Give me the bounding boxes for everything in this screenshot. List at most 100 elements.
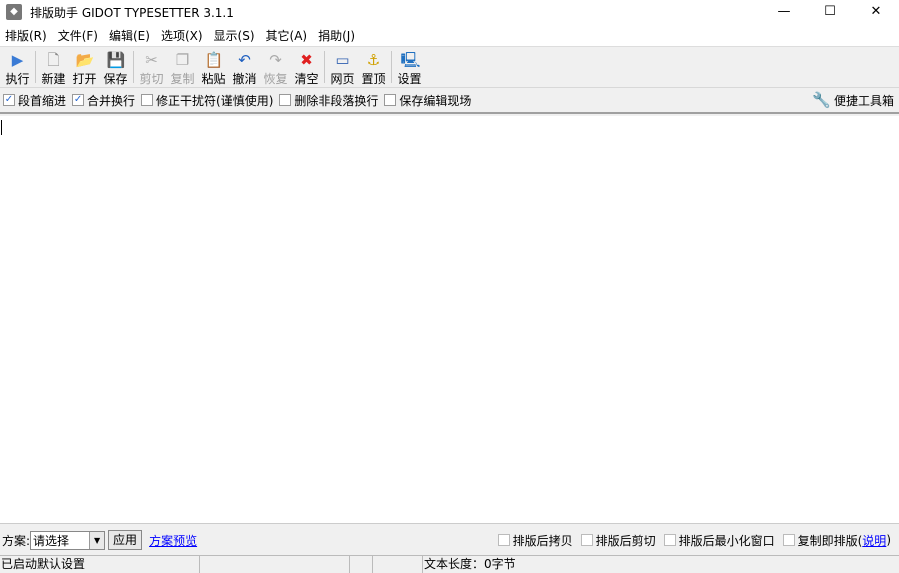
toolbar-button-7[interactable]: ↶ 撤消 — [229, 47, 260, 87]
after-label: 排版后拷贝 — [512, 533, 573, 548]
checkbox-box[interactable]: ✓ — [72, 94, 85, 106]
option-label: 删除非段落换行 — [294, 93, 379, 108]
status-bar: 已启动默认设置 文本长度：0字节 — [0, 555, 899, 573]
toolbar-button-0[interactable]: ▶ 执行 — [2, 47, 33, 87]
text-caret — [1, 120, 2, 135]
toolbar-separator — [133, 51, 134, 83]
toolbar-button-8[interactable]: ↷ 恢复 — [260, 47, 291, 87]
option-checkbox-2[interactable]: 修正干扰符(谨慎使用) — [141, 92, 273, 109]
toolbar-icon: ❐ — [175, 51, 190, 69]
text-editor[interactable] — [0, 116, 899, 524]
toolbar-icon: ↷ — [269, 51, 282, 69]
toolbar-icon: 💾 — [106, 51, 126, 69]
after-checkbox-0[interactable]: 排版后拷贝 — [497, 532, 573, 549]
checkbox-box[interactable] — [782, 534, 795, 546]
option-label: 保存编辑现场 — [399, 93, 472, 108]
status-panel-2 — [200, 556, 350, 573]
wrench-icon: 🔧 — [812, 91, 831, 109]
toolbar-label: 撤消 — [232, 72, 257, 86]
toolbar-label: 剪切 — [139, 72, 164, 86]
toolbar-icon: 🗋 — [47, 51, 60, 69]
close-button[interactable]: ✕ — [853, 0, 899, 24]
checkbox-box[interactable] — [384, 94, 397, 106]
checkbox-box[interactable] — [141, 94, 154, 106]
option-checkbox-4[interactable]: 保存编辑现场 — [384, 92, 471, 109]
menu-2[interactable]: 编辑(E) — [104, 27, 156, 44]
toolbar-icon: ↶ — [238, 51, 251, 69]
toolbar-label: 执行 — [5, 72, 30, 86]
toolbar-button-2[interactable]: 📂 打开 — [69, 47, 100, 87]
apply-button[interactable]: 应用 — [108, 530, 143, 550]
toolbar-button-3[interactable]: 💾 保存 — [100, 47, 131, 87]
toolbar-button-9[interactable]: ✖ 清空 — [291, 47, 322, 87]
menu-0[interactable]: 排版(R) — [0, 27, 53, 44]
option-checkbox-3[interactable]: 删除非段落换行 — [279, 92, 378, 109]
title-bar: ◆ 排版助手 GIDOT TYPESETTER 3.1.1 — ☐ ✕ — [0, 0, 899, 24]
toolbar-button-1[interactable]: 🗋 新建 — [38, 47, 69, 87]
menu-3[interactable]: 选项(X) — [156, 27, 209, 44]
menu-bar: 排版(R) 文件(F) 编辑(E) 选项(X) 显示(S) 其它(A) 捐助(J) — [0, 24, 899, 47]
toolbar-label: 置顶 — [361, 72, 386, 86]
toolbar-label: 打开 — [72, 72, 97, 86]
checkbox-box[interactable]: ✓ — [3, 94, 15, 106]
paren: ) — [886, 533, 891, 547]
toolbar-button-4[interactable]: ✂ 剪切 — [136, 47, 167, 87]
toolbar-icon: ✂ — [145, 51, 158, 69]
toolbar-icon: 📂 — [75, 51, 95, 69]
scheme-select[interactable]: 请选择 ▼ — [30, 530, 106, 550]
status-panel-4 — [373, 556, 423, 573]
toolbar-button-11[interactable]: ⚓ 置顶 — [358, 47, 389, 87]
dropdown-arrow-icon[interactable]: ▼ — [89, 531, 105, 549]
toolbar-icon: ✖ — [300, 51, 313, 69]
toolbar-icon: 📋 — [204, 51, 224, 69]
toolbar-button-12[interactable]: 🖳 设置 — [394, 47, 425, 87]
toolbar-label: 新建 — [41, 72, 66, 86]
checkbox-box[interactable] — [580, 534, 593, 546]
toolbar: ▶ 执行 🗋 新建 📂 打开 💾 保存 ✂ 剪切 ❐ 复制 📋 粘贴 ↶ 撤消 ↷ 恢复 ✖ 清空 ▭ 网页 ⚓ 置顶 🖳 设置 — [0, 47, 899, 88]
option-checkbox-1[interactable]: ✓ 合并换行 — [72, 92, 135, 109]
menu-4[interactable]: 显示(S) — [209, 27, 261, 44]
option-checkbox-0[interactable]: ✓ 段首缩进 — [3, 92, 66, 109]
after-checkbox-2[interactable]: 排版后最小化窗口 — [663, 532, 775, 549]
checkbox-box[interactable] — [497, 534, 510, 546]
toolbar-label: 粘贴 — [201, 72, 226, 86]
checkbox-box[interactable] — [663, 534, 676, 546]
quick-tools-button[interactable]: 🔧 便捷工具箱 — [812, 91, 894, 109]
scheme-value: 请选择 — [33, 533, 70, 548]
toolbar-label: 网页 — [330, 72, 355, 86]
toolbar-separator — [35, 51, 36, 83]
scheme-label: 方案: — [2, 533, 31, 548]
toolbar-label: 复制 — [170, 72, 195, 86]
scheme-bar: 方案: 请选择 ▼ 应用 方案预览 排版后拷贝 排版后剪切 排版后最小化窗口 复制即… — [0, 527, 899, 553]
after-checkbox-1[interactable]: 排版后剪切 — [580, 532, 656, 549]
copy-typeset-label: 复制即排版( — [797, 533, 863, 548]
copy-typeset-checkbox[interactable]: 复制即排版(说明) — [782, 532, 891, 549]
menu-1[interactable]: 文件(F) — [53, 27, 104, 44]
toolbar-separator — [324, 51, 325, 83]
menu-6[interactable]: 捐助(J) — [313, 27, 361, 44]
quick-tools-label: 便捷工具箱 — [833, 93, 894, 108]
maximize-button[interactable]: ☐ — [807, 0, 853, 24]
window-title: 排版助手 GIDOT TYPESETTER 3.1.1 — [30, 5, 234, 20]
toolbar-icon: ▶ — [11, 51, 24, 69]
minimize-button[interactable]: — — [761, 0, 807, 24]
after-label: 排版后最小化窗口 — [678, 533, 775, 548]
help-link[interactable]: 说明 — [862, 532, 886, 549]
option-label: 段首缩进 — [18, 93, 67, 108]
app-icon: ◆ — [6, 4, 22, 20]
menu-5[interactable]: 其它(A) — [261, 27, 314, 44]
scheme-preview-link[interactable]: 方案预览 — [149, 532, 197, 549]
option-label: 修正干扰符(谨慎使用) — [156, 93, 274, 108]
toolbar-label: 保存 — [103, 72, 128, 86]
toolbar-icon: ⚓ — [366, 51, 381, 69]
toolbar-icon: ▭ — [335, 51, 350, 69]
toolbar-label: 清空 — [294, 72, 319, 86]
text-length: 文本长度：0字节 — [424, 557, 516, 571]
status-message: 已启动默认设置 — [0, 556, 200, 573]
checkbox-box[interactable] — [279, 94, 292, 106]
toolbar-button-6[interactable]: 📋 粘贴 — [198, 47, 229, 87]
option-label: 合并换行 — [87, 93, 136, 108]
toolbar-label: 设置 — [397, 72, 422, 86]
toolbar-button-5[interactable]: ❐ 复制 — [167, 47, 198, 87]
toolbar-button-10[interactable]: ▭ 网页 — [327, 47, 358, 87]
